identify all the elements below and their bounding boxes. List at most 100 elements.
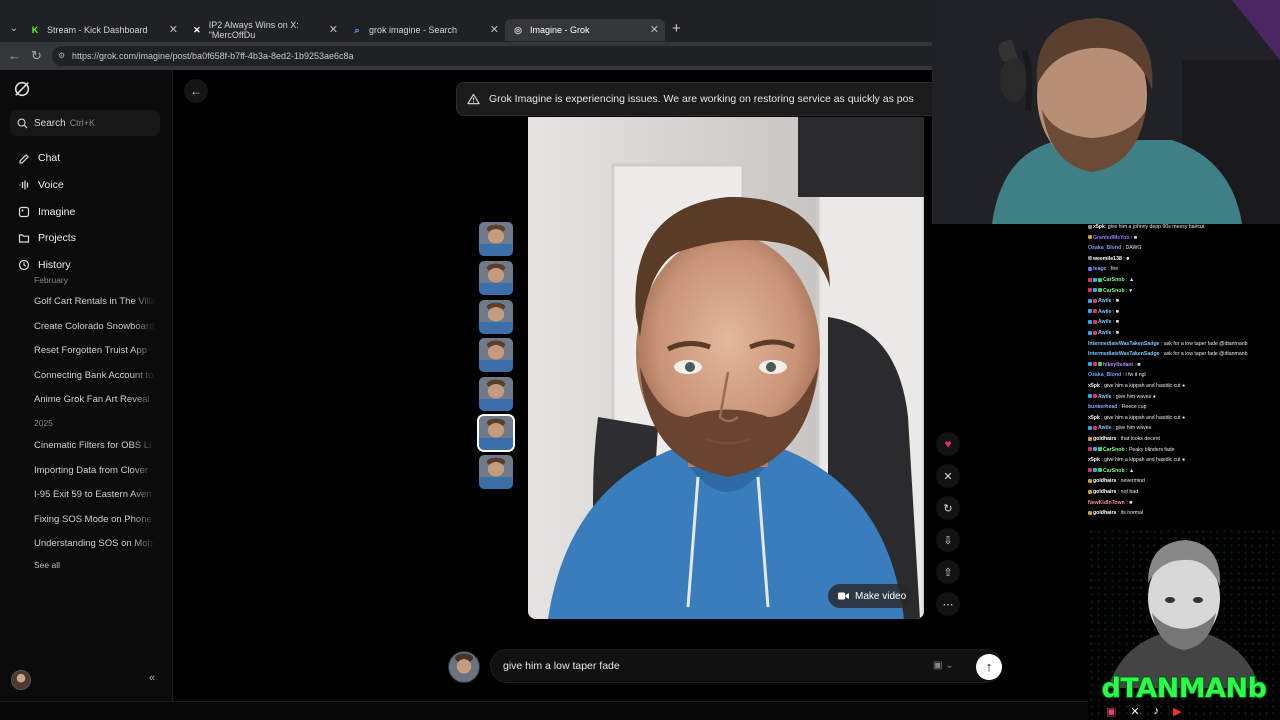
generated-image[interactable]: Make video	[528, 117, 924, 619]
tiktok-icon: ♪	[1153, 705, 1160, 717]
variation-thumbnail[interactable]	[479, 299, 513, 334]
make-video-button[interactable]: Make video	[828, 584, 912, 608]
chat-message: CarSnob : ♥	[1088, 288, 1280, 295]
desktop-taskbar	[0, 701, 1088, 720]
sidebar-item-history[interactable]: History	[18, 259, 71, 271]
history-item[interactable]: Connecting Bank Account to	[34, 370, 156, 381]
chat-username[interactable]: GrantedMeYou	[1093, 235, 1130, 241]
share-button[interactable]: ⇧	[936, 560, 960, 584]
chat-username[interactable]: CarSnob	[1103, 277, 1125, 283]
chat-message: Osaka_Blond : DAWG	[1088, 245, 1280, 252]
new-tab-button[interactable]: +	[672, 20, 681, 37]
chat-username[interactable]: Osaka_Blond	[1088, 372, 1121, 378]
chat-username[interactable]: hikeyitsdani	[1103, 362, 1133, 368]
site-info-icon[interactable]: ⚙	[58, 46, 65, 66]
url-text: https://grok.com/imagine/post/ba0f658f-b…	[72, 51, 354, 61]
reload-icon[interactable]: ↻	[31, 48, 42, 64]
chat-username[interactable]: NewKidInTown	[1088, 500, 1125, 506]
back-button[interactable]: ←	[184, 79, 208, 103]
variation-thumbnail[interactable]	[479, 377, 513, 412]
close-tab-icon[interactable]: ✕	[329, 23, 338, 36]
chat-badge-icon	[1088, 319, 1092, 324]
chat-username[interactable]: Osaka_Blond	[1088, 245, 1121, 251]
history-item[interactable]: Anime Grok Fan Art Reveal	[34, 394, 156, 405]
reference-image-avatar[interactable]	[448, 651, 480, 683]
chat-username[interactable]: x5pk	[1093, 224, 1105, 230]
chat-username[interactable]: goldhairs	[1093, 436, 1116, 442]
chat-message: CarSnob : ▲	[1088, 468, 1280, 475]
chat-username[interactable]: x5pk	[1088, 383, 1100, 389]
chat-badge-icon	[1088, 510, 1092, 515]
history-item[interactable]: Cinematic Filters for OBS Li	[34, 440, 156, 451]
history-item[interactable]: Golf Cart Rentals in The Villa	[34, 296, 156, 307]
tab-search-chevron-icon[interactable]: ⌄	[5, 20, 23, 38]
chat-username[interactable]: goldhairs	[1093, 489, 1116, 495]
grok-logo-icon[interactable]	[13, 80, 31, 98]
collapse-sidebar-icon[interactable]: «	[149, 672, 155, 684]
close-tab-icon[interactable]: ✕	[169, 23, 178, 36]
chat-username[interactable]: CarSnob	[1103, 468, 1125, 474]
refresh-icon: ↻	[943, 502, 953, 515]
browser-tab[interactable]: ◎ Imagine - Grok ✕	[505, 19, 665, 41]
variation-thumbnail[interactable]	[477, 414, 515, 452]
chat-username[interactable]: weemile138	[1093, 256, 1122, 262]
history-item[interactable]: I-95 Exit 59 to Eastern Aven	[34, 489, 156, 500]
chat-badge-icon	[1088, 394, 1092, 399]
history-item[interactable]: Understanding SOS on Mob	[34, 538, 156, 549]
like-button[interactable]: ♥	[936, 432, 960, 456]
sidebar-item-projects[interactable]: Projects	[18, 232, 76, 244]
close-tab-icon[interactable]: ✕	[490, 23, 499, 36]
sidebar-item-chat[interactable]: Chat	[18, 152, 60, 164]
chat-username[interactable]: Awile	[1098, 330, 1111, 336]
download-button[interactable]: ⇩	[936, 528, 960, 552]
history-icon	[18, 259, 30, 271]
variation-thumbnail[interactable]	[479, 454, 513, 489]
chat-username[interactable]: Awile	[1098, 394, 1111, 400]
regenerate-button[interactable]: ↻	[936, 496, 960, 520]
chat-username[interactable]: bunkerhead	[1088, 404, 1117, 410]
chat-badge-icon	[1088, 478, 1092, 483]
history-item[interactable]: Importing Data from Clover	[34, 465, 156, 476]
chat-username[interactable]: goldhairs	[1093, 510, 1116, 516]
chat-username[interactable]: Awile	[1098, 298, 1111, 304]
chat-badge-icon	[1088, 288, 1092, 293]
back-arrow-icon[interactable]: ←	[8, 48, 21, 63]
imagine-main: ← Grok Imagine is experiencing issues. W…	[174, 70, 1002, 720]
variation-thumbnail[interactable]	[479, 260, 513, 295]
chat-username[interactable]: x5pk	[1088, 457, 1100, 463]
chat-username[interactable]: CarSnob	[1103, 288, 1125, 294]
see-all-link[interactable]: See all	[34, 560, 60, 570]
share-to-x-button[interactable]: ✕	[936, 464, 960, 488]
submit-prompt-button[interactable]: ↑	[976, 654, 1002, 680]
browser-tab[interactable]: ⌕ grok imagine - Search ✕	[344, 19, 505, 41]
url-field[interactable]: ⚙ https://grok.com/imagine/post/ba0f658f…	[52, 46, 932, 66]
browser-tab[interactable]: ✕ IP2 Always Wins on X: "MercOffDu ✕	[184, 19, 344, 41]
chat-username[interactable]: IntermediateWasTakenSadge	[1088, 351, 1160, 357]
chat-username[interactable]: x5pk	[1088, 415, 1100, 421]
chat-username[interactable]: IntermediateWasTakenSadge	[1088, 341, 1160, 347]
chat-badge-icon	[1098, 447, 1102, 452]
sidebar-search[interactable]: Search Ctrl+K	[10, 110, 160, 136]
browser-tab[interactable]: K Stream - Kick Dashboard ✕	[22, 19, 184, 41]
history-item[interactable]: Fixing SOS Mode on Phone	[34, 514, 156, 525]
variation-thumbnail[interactable]	[479, 222, 513, 256]
chat-username[interactable]: teagc	[1093, 266, 1107, 272]
variation-thumbnail[interactable]	[479, 338, 513, 373]
close-tab-icon[interactable]: ✕	[650, 23, 659, 36]
chat-username[interactable]: goldhairs	[1093, 478, 1116, 484]
chat-username[interactable]: Awile	[1098, 425, 1111, 431]
chat-text: : ask for a low taper fade @dtanmanb	[1159, 340, 1248, 347]
user-avatar[interactable]	[11, 670, 31, 690]
chat-username[interactable]: Awile	[1098, 309, 1111, 315]
more-options-button[interactable]: ⋯	[936, 592, 960, 616]
sidebar-item-imagine[interactable]: Imagine	[18, 206, 75, 218]
chat-username[interactable]: CarSnob	[1103, 447, 1125, 453]
chat-username[interactable]: Awile	[1098, 319, 1111, 325]
history-item[interactable]: Create Colorado Snowboard	[34, 321, 156, 332]
chat-message: Awile : give him waves ●	[1088, 394, 1280, 401]
history-item[interactable]: Reset Forgotten Truist App	[34, 345, 156, 356]
prompt-input[interactable]: give him a low taper fade ▣ ⌄ ↑	[490, 649, 1002, 683]
chat-message: weemile138 : ■	[1088, 256, 1280, 263]
image-mode-dropdown-icon[interactable]: ▣ ⌄	[933, 660, 954, 671]
sidebar-item-voice[interactable]: Voice	[18, 179, 64, 191]
